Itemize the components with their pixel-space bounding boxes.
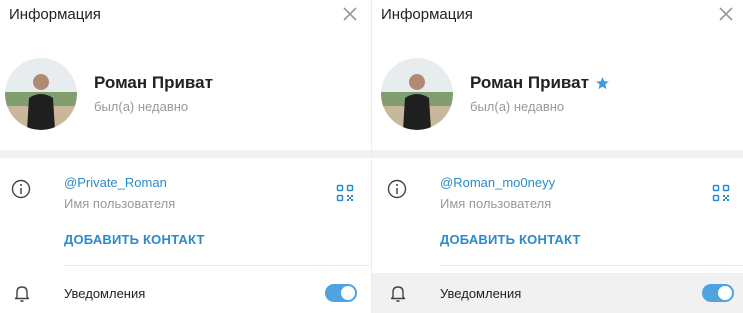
username-link[interactable]: @Private_Roman: [64, 175, 167, 190]
last-seen-status: был(а) недавно: [94, 99, 189, 114]
profile-info-panel-right: Информация Роман Приват был(а) недавно @…: [372, 0, 743, 313]
toggle-knob: [718, 286, 732, 300]
toggle-knob: [341, 286, 355, 300]
bell-icon: [390, 286, 406, 302]
notifications-label: Уведомления: [64, 286, 146, 301]
notifications-row[interactable]: Уведомления: [0, 273, 371, 313]
bell-icon: [14, 286, 30, 302]
info-icon: [387, 179, 407, 199]
notifications-row[interactable]: Уведомления: [372, 273, 743, 313]
contact-name: Роман Приват: [470, 73, 610, 93]
username-label: Имя пользователя: [440, 196, 552, 211]
qr-code-icon[interactable]: [336, 184, 354, 202]
last-seen-status: был(а) недавно: [470, 99, 565, 114]
section-separator: [0, 150, 371, 158]
contact-name: Роман Приват: [94, 73, 213, 93]
profile-info-panel-left: Информация Роман Приват был(а) недавно @…: [0, 0, 371, 313]
avatar[interactable]: [381, 58, 453, 130]
notifications-toggle[interactable]: [325, 284, 357, 302]
close-icon[interactable]: [341, 5, 359, 23]
row-divider: [64, 265, 371, 266]
add-contact-button[interactable]: ДОБАВИТЬ КОНТАКТ: [440, 232, 581, 247]
username-label: Имя пользователя: [64, 196, 176, 211]
notifications-label: Уведомления: [440, 286, 522, 301]
username-link[interactable]: @Roman_mo0neyy: [440, 175, 555, 190]
star-icon: [596, 76, 609, 89]
avatar[interactable]: [5, 58, 77, 130]
qr-code-icon[interactable]: [712, 184, 730, 202]
info-icon: [11, 179, 31, 199]
close-icon[interactable]: [717, 5, 735, 23]
contact-name-text: Роман Приват: [470, 73, 589, 92]
panel-title: Информация: [9, 6, 101, 23]
contact-name-text: Роман Приват: [94, 73, 213, 92]
panel-title: Информация: [381, 6, 473, 23]
add-contact-button[interactable]: ДОБАВИТЬ КОНТАКТ: [64, 232, 205, 247]
notifications-toggle[interactable]: [702, 284, 734, 302]
row-divider: [440, 265, 743, 266]
section-separator: [372, 150, 743, 158]
